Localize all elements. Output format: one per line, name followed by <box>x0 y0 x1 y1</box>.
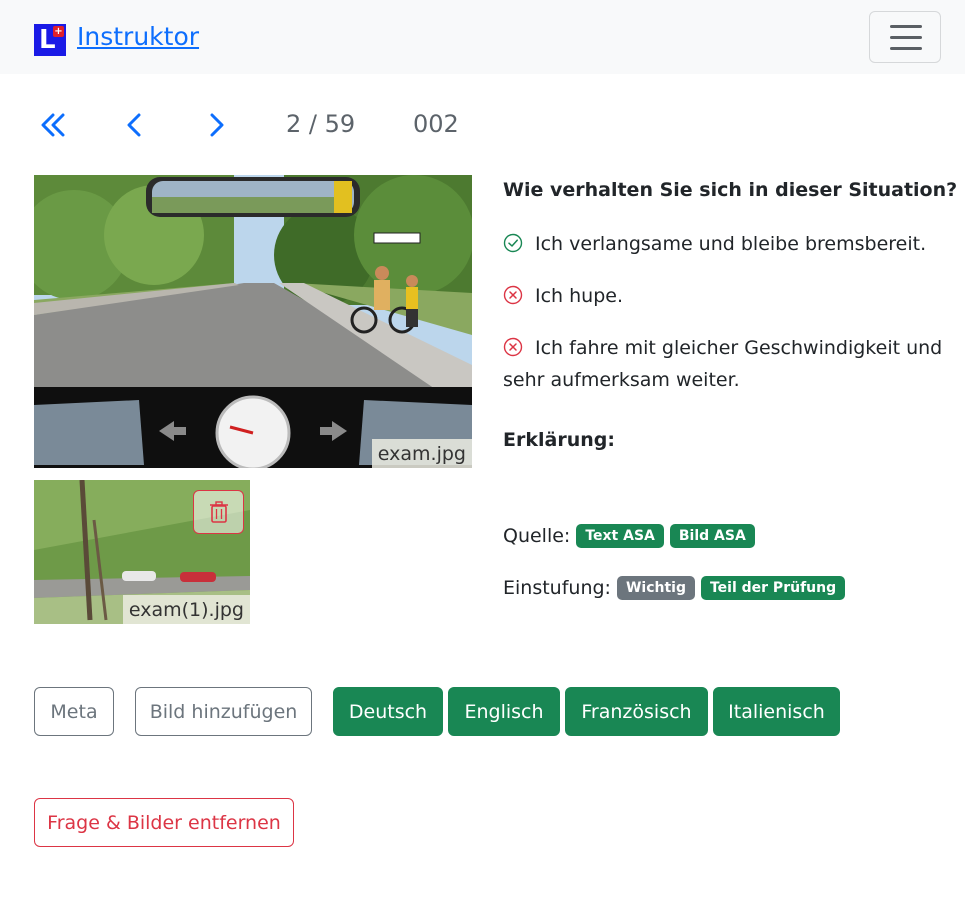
hamburger-icon <box>890 36 922 39</box>
x-circle-icon <box>503 337 523 357</box>
brand-link[interactable]: Instruktor <box>77 22 199 51</box>
add-image-button[interactable]: Bild hinzufügen <box>135 687 312 736</box>
language-button-italienisch[interactable]: Italienisch <box>713 687 840 736</box>
classification-row: Einstufung: Wichtig Teil der Prüfung <box>503 576 846 600</box>
question-number: 002 <box>413 110 459 138</box>
page-position: 2 / 59 <box>286 110 356 138</box>
classification-badge: Wichtig <box>616 576 695 600</box>
hamburger-icon <box>890 47 922 50</box>
answer-item: Ich hupe. <box>503 280 943 312</box>
answer-text: Ich verlangsame und bleibe bremsbereit. <box>535 233 927 255</box>
language-button-franzoesisch[interactable]: Französisch <box>565 687 708 736</box>
question-image-second[interactable]: exam(1).jpg <box>34 480 250 624</box>
first-page-button[interactable] <box>33 108 73 142</box>
source-badge: Bild ASA <box>669 524 755 548</box>
answer-text: Ich hupe. <box>535 285 624 307</box>
trash-icon <box>209 501 228 523</box>
chevron-right-icon <box>210 113 224 137</box>
delete-image-button[interactable] <box>193 490 244 534</box>
source-badge: Text ASA <box>576 524 664 548</box>
question-image-main[interactable]: exam.jpg <box>34 175 472 468</box>
answer-text: Ich fahre mit gleicher Geschwindigkeit u… <box>503 337 943 391</box>
classification-badge: Teil der Prüfung <box>700 576 846 600</box>
chevron-double-left-icon <box>41 113 65 137</box>
explanation-label: Erklärung: <box>503 429 615 451</box>
driving-scene-image <box>34 175 472 468</box>
navbar: L + Instruktor <box>0 0 965 74</box>
language-button-englisch[interactable]: Englisch <box>448 687 560 736</box>
answer-item: Ich fahre mit gleicher Geschwindigkeit u… <box>503 332 943 396</box>
classification-label: Einstufung: <box>503 577 611 599</box>
chevron-left-icon <box>127 113 141 137</box>
previous-page-button[interactable] <box>115 108 155 142</box>
brand-logo[interactable]: L + <box>34 24 66 56</box>
x-circle-icon <box>503 285 523 305</box>
source-row: Quelle: Text ASA Bild ASA <box>503 524 755 548</box>
next-page-button[interactable] <box>196 108 236 142</box>
remove-question-button[interactable]: Frage & Bilder entfernen <box>34 798 294 847</box>
question-text: Wie verhalten Sie sich in dieser Situati… <box>503 179 958 201</box>
navbar-toggle-button[interactable] <box>869 11 941 63</box>
hamburger-icon <box>890 25 922 28</box>
image-caption: exam(1).jpg <box>122 595 250 624</box>
answer-item: Ich verlangsame und bleibe bremsbereit. <box>503 228 943 260</box>
check-circle-icon <box>503 233 523 253</box>
image-caption: exam.jpg <box>371 439 472 468</box>
brand-logo-plus: + <box>53 26 64 37</box>
source-label: Quelle: <box>503 525 571 547</box>
meta-button[interactable]: Meta <box>34 687 114 736</box>
language-button-deutsch[interactable]: Deutsch <box>333 687 443 736</box>
